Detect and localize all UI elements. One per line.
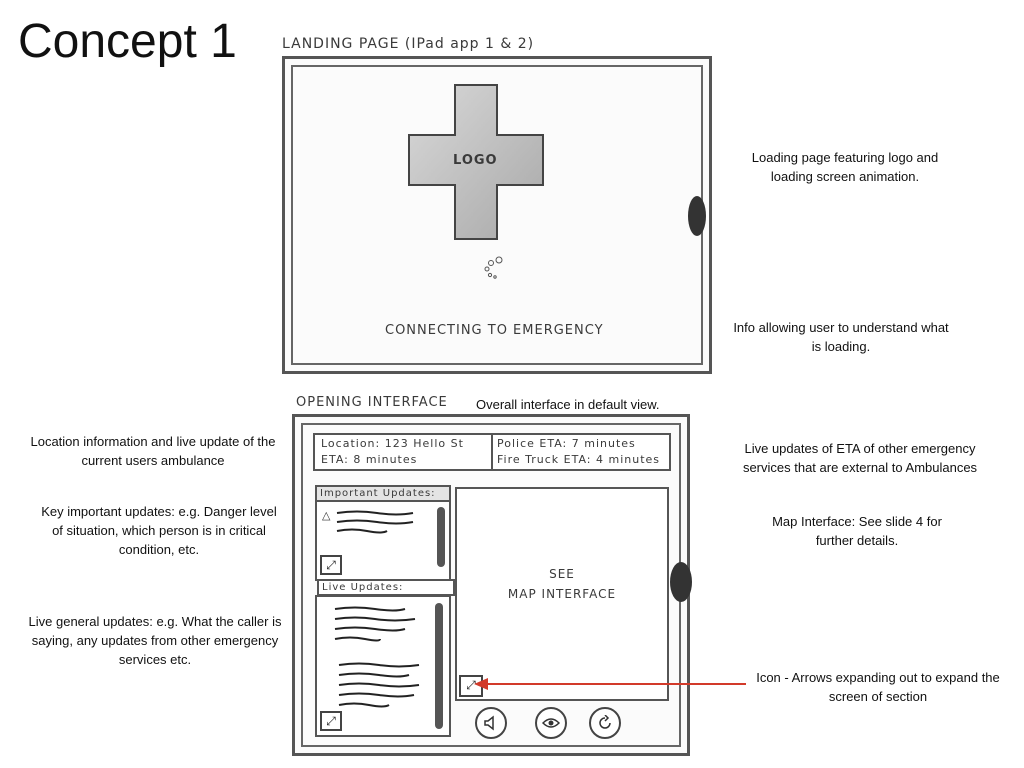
live-updates-panel: ⤢ (315, 595, 451, 737)
annotation-arrow (474, 678, 746, 690)
important-scrollbar[interactable] (437, 507, 445, 567)
expand-arrows-icon[interactable]: ⤢ (320, 711, 342, 731)
connecting-text: CONNECTING TO EMERGENCY (385, 323, 604, 338)
note-live-general: Live general updates: e.g. What the call… (28, 614, 282, 667)
speaker-button[interactable] (475, 707, 507, 739)
live-scrollbar[interactable] (435, 603, 443, 729)
note-loading-page: Loading page featuring logo and loading … (751, 150, 939, 184)
note-key-updates: Key important updates: e.g. Danger level… (41, 504, 277, 557)
note-map-interface: Map Interface: See slide 4 for further d… (772, 514, 942, 548)
location-text: Location: 123 Hello St (321, 437, 464, 450)
note-eta-updates: Live updates of ETA of other emergency s… (742, 441, 978, 475)
police-eta-text: Police ETA: 7 minutes (497, 437, 636, 450)
eta-text: ETA: 8 minutes (321, 453, 418, 466)
landing-tablet: LOGO CONNECTING TO EMERGENCY (282, 56, 712, 374)
important-updates-panel: Important Updates: △ ⤢ (315, 485, 451, 581)
speaker-icon (484, 715, 494, 731)
note-icon-expand: Icon - Arrows expanding out to expand th… (756, 670, 1000, 704)
loading-spinner-icon (484, 256, 503, 279)
map-text-line1: SEE (549, 567, 575, 581)
important-updates-title: Important Updates: (317, 487, 449, 502)
location-box: Location: 123 Hello St ETA: 8 minutes (313, 433, 493, 471)
page-title: Concept 1 (18, 15, 237, 68)
fire-eta-text: Fire Truck ETA: 4 minutes (497, 453, 661, 466)
map-text-line2: MAP INTERFACE (507, 587, 617, 601)
note-location-info: Location information and live update of … (30, 434, 276, 468)
refresh-button[interactable] (589, 707, 621, 739)
expand-arrows-icon[interactable]: ⤢ (320, 555, 342, 575)
logo-text: LOGO (453, 153, 498, 168)
opening-home-button[interactable] (670, 562, 692, 602)
landing-page-label: LANDING PAGE (IPad app 1 & 2) (282, 36, 535, 52)
opening-interface-caption: Overall interface in default view. (476, 397, 660, 412)
opening-tablet: Location: 123 Hello St ETA: 8 minutes Po… (292, 414, 690, 756)
refresh-icon (599, 715, 611, 729)
landing-home-button[interactable] (688, 196, 706, 236)
live-updates-title: Live Updates: (317, 579, 455, 596)
opening-interface-label: OPENING INTERFACE (296, 395, 448, 410)
note-info-loading: Info allowing user to understand what is… (733, 320, 949, 354)
map-panel: SEE MAP INTERFACE ⤢ (455, 487, 669, 701)
eye-icon (542, 718, 560, 728)
eye-button[interactable] (535, 707, 567, 739)
live-scribble (334, 606, 420, 708)
important-scribble (336, 510, 414, 534)
services-eta-box: Police ETA: 7 minutes Fire Truck ETA: 4 … (491, 433, 671, 471)
warning-icon: △ (322, 510, 331, 522)
